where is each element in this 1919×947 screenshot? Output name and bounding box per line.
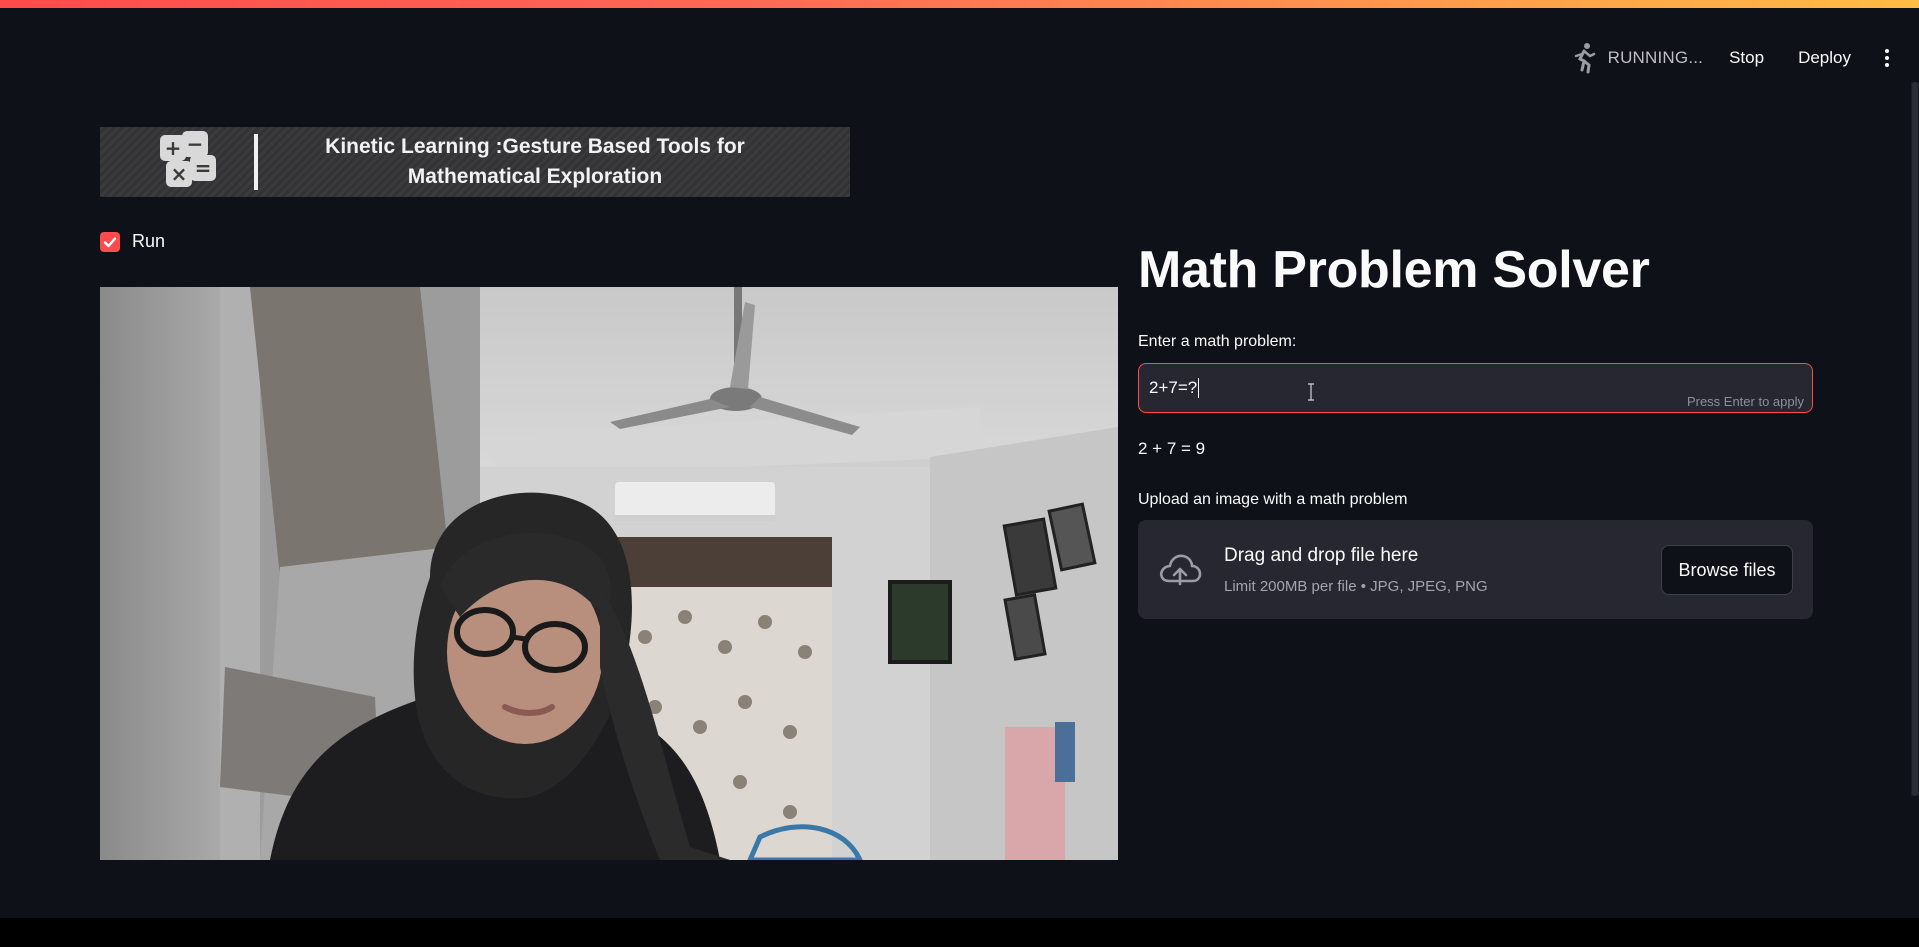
solution-result: 2 + 7 = 9: [1138, 439, 1206, 458]
webcam-video-feed: [100, 287, 1118, 860]
app-banner: + − × = Kinetic Learning :Gesture Based …: [100, 127, 850, 197]
app-header: RUNNING... Stop Deploy: [0, 8, 1919, 94]
check-icon: [103, 236, 117, 247]
banner-title: Kinetic Learning :Gesture Based Tools fo…: [258, 132, 850, 192]
run-checkbox-label: Run: [132, 231, 166, 251]
banner-title-line1: Kinetic Learning :Gesture Based Tools fo…: [325, 135, 745, 158]
press-enter-hint: Press Enter to apply: [1686, 394, 1804, 409]
top-decoration-bar: [0, 0, 1919, 8]
banner-title-line2: Mathematical Exploration: [407, 165, 663, 188]
run-checkbox-row[interactable]: Run: [100, 231, 165, 252]
math-operators-icon: + − × =: [100, 127, 216, 197]
times-symbol: ×: [166, 161, 192, 187]
page-title: Math Problem Solver: [1138, 241, 1650, 299]
dropzone-limits: Limit 200MB per file • JPG, JPEG, PNG: [1224, 578, 1488, 595]
running-man-icon: [1574, 43, 1595, 74]
text-caret: [1198, 378, 1200, 398]
status-area: RUNNING... Stop Deploy: [1570, 42, 1893, 74]
kebab-menu-icon[interactable]: [1881, 47, 1893, 69]
run-checkbox[interactable]: [100, 231, 120, 252]
browse-files-button[interactable]: Browse files: [1661, 545, 1793, 595]
running-status: RUNNING...: [1607, 48, 1704, 67]
math-problem-input-value[interactable]: 2+7=?: [1149, 378, 1197, 398]
stop-button[interactable]: Stop: [1729, 48, 1764, 68]
file-dropzone[interactable]: Drag and drop file here Limit 200MB per …: [1138, 520, 1813, 619]
math-problem-input[interactable]: 2+7=? Press Enter to apply: [1138, 363, 1813, 413]
upload-label: Upload an image with a math problem: [1138, 491, 1408, 508]
deploy-button[interactable]: Deploy: [1798, 48, 1851, 68]
dropzone-title: Drag and drop file here: [1224, 545, 1419, 566]
minus-symbol: −: [182, 131, 208, 157]
cloud-upload-icon: [1159, 554, 1202, 586]
math-input-label: Enter a math problem:: [1138, 333, 1297, 350]
ibeam-cursor-icon: [1308, 383, 1314, 401]
equals-symbol: =: [190, 155, 216, 181]
webcam-frame-image: [100, 287, 1118, 860]
bottom-bar: [0, 918, 1919, 947]
scrollbar-thumb[interactable]: [1912, 82, 1918, 796]
